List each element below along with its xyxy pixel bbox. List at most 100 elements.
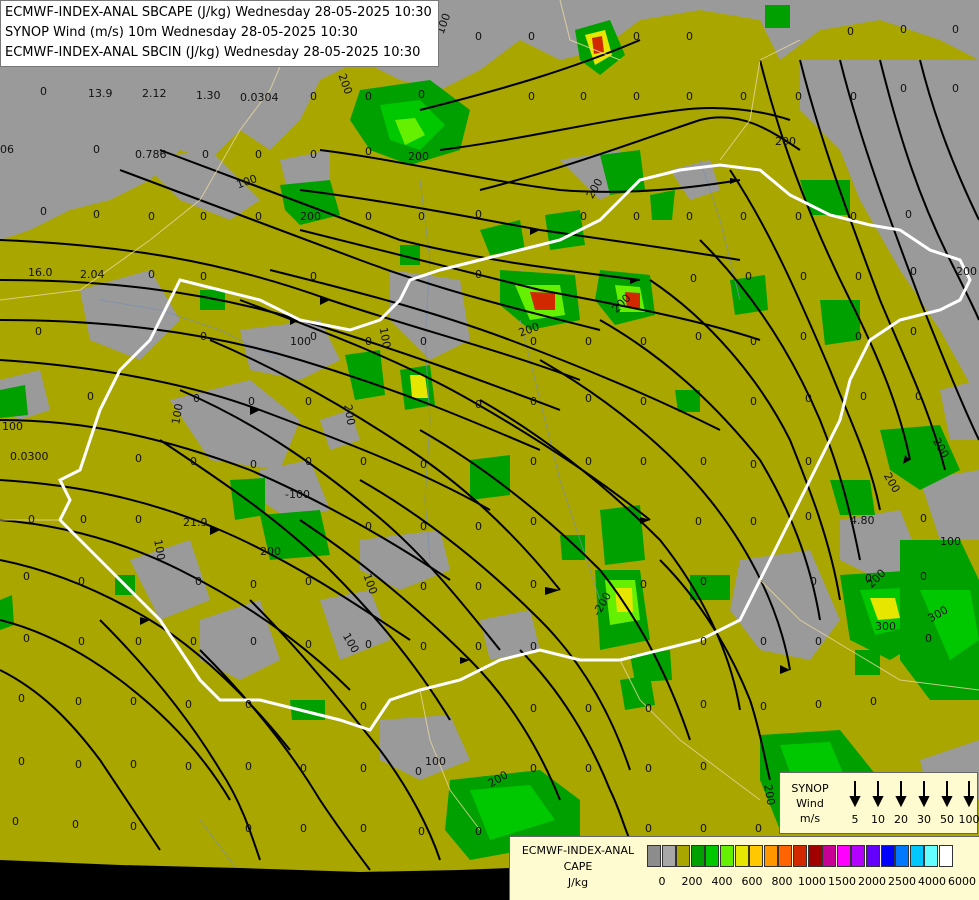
value-label: 06 <box>0 143 14 156</box>
cape-color-swatch <box>778 845 793 867</box>
value-label: 0 <box>530 515 537 528</box>
cape-color-swatch <box>807 845 822 867</box>
value-label: 0 <box>700 760 707 773</box>
value-label: 0 <box>310 330 317 343</box>
value-label: 0 <box>23 632 30 645</box>
value-label: 0 <box>530 702 537 715</box>
cape-color-swatch <box>822 845 837 867</box>
cape-color-swatch <box>661 845 676 867</box>
value-label: 0 <box>900 82 907 95</box>
value-label: 0 <box>300 822 307 835</box>
contour-label: 100 <box>290 335 311 348</box>
value-label: 0 <box>795 90 802 103</box>
value-label: 0 <box>135 513 142 526</box>
value-label: 0 <box>750 335 757 348</box>
value-label: 0 <box>700 822 707 835</box>
value-label: 0 <box>255 148 262 161</box>
value-label: 0 <box>250 458 257 471</box>
cape-color-swatch <box>690 845 705 867</box>
value-label: 0 <box>530 455 537 468</box>
synop-tick: 100 <box>958 813 979 826</box>
value-label: 13.9 <box>88 87 113 100</box>
value-label: 0 <box>745 270 752 283</box>
cape-tick: 6000 <box>948 875 976 888</box>
value-label: 0 <box>23 570 30 583</box>
value-label: 0 <box>35 325 42 338</box>
value-label: 0 <box>580 210 587 223</box>
contour-label: 200 <box>408 150 429 163</box>
value-label: 0 <box>640 395 647 408</box>
value-label: 0 <box>855 330 862 343</box>
value-label: 0 <box>305 455 312 468</box>
value-label: 0 <box>305 575 312 588</box>
synop-tick: 20 <box>894 813 908 826</box>
value-label: 0 <box>750 515 757 528</box>
synop-tick: 50 <box>940 813 954 826</box>
value-label: 0 <box>148 210 155 223</box>
value-label: 0 <box>245 760 252 773</box>
cape-color-swatch <box>880 845 895 867</box>
value-label: 0 <box>585 455 592 468</box>
value-label: 0 <box>135 452 142 465</box>
cape-color-swatch <box>676 845 691 867</box>
arrow-down-icon <box>918 796 930 808</box>
value-label: 0 <box>700 635 707 648</box>
value-label: 0 <box>805 455 812 468</box>
value-label: 0 <box>420 458 427 471</box>
synop-tick: 10 <box>871 813 885 826</box>
value-label: 0 <box>202 148 209 161</box>
cape-color-swatch <box>705 845 720 867</box>
value-label: 0 <box>645 702 652 715</box>
map-stage: 0 13.9 2.12 1.30 0.0304 0.786 16.0 2.04 … <box>0 0 979 900</box>
value-label: 16.0 <box>28 266 53 279</box>
value-label: 0 <box>528 90 535 103</box>
arrow-down-icon <box>849 796 861 808</box>
value-label: 0 <box>475 580 482 593</box>
value-label: 0 <box>740 210 747 223</box>
value-label: 0 <box>40 85 47 98</box>
value-label: 0 <box>185 698 192 711</box>
value-label: 0 <box>475 30 482 43</box>
cape-color-swatch <box>719 845 734 867</box>
value-label: 0 <box>640 335 647 348</box>
value-label: 0 <box>800 270 807 283</box>
value-label: 0 <box>695 330 702 343</box>
value-label: 0 <box>805 392 812 405</box>
value-label: 0 <box>475 640 482 653</box>
value-label: 0 <box>310 90 317 103</box>
value-label: 0 <box>475 825 482 838</box>
value-label: 2.12 <box>142 87 167 100</box>
weather-map: 0 13.9 2.12 1.30 0.0304 0.786 16.0 2.04 … <box>0 0 979 900</box>
value-label: 0 <box>686 90 693 103</box>
cape-color-swatch <box>938 845 953 867</box>
cape-legend-line: CAPE <box>563 860 593 873</box>
value-label: 0 <box>18 692 25 705</box>
value-label: 0 <box>633 30 640 43</box>
value-label: 0 <box>920 512 927 525</box>
value-label: 0 <box>250 635 257 648</box>
value-label: 0 <box>910 325 917 338</box>
cape-color-swatch <box>763 845 778 867</box>
value-label: 0 <box>700 698 707 711</box>
value-label: 0 <box>12 815 19 828</box>
contour-label: 100 <box>940 535 961 548</box>
arrow-down-icon <box>941 796 953 808</box>
synop-legend-label: SYNOP Wind m/s <box>784 781 836 826</box>
value-label: 0 <box>195 575 202 588</box>
value-label: 0 <box>760 700 767 713</box>
value-label: 0 <box>255 210 262 223</box>
cape-color-swatch <box>792 845 807 867</box>
value-label: 0 <box>645 762 652 775</box>
value-label: 0 <box>475 268 482 281</box>
title-line-cin: ECMWF-INDEX-ANAL SBCIN (J/kg) Wednesday … <box>5 45 421 60</box>
value-label: 0 <box>847 25 854 38</box>
value-label: 0 <box>640 455 647 468</box>
value-label: 0 <box>148 268 155 281</box>
synop-tick: 5 <box>851 813 859 826</box>
value-label: 0 <box>905 208 912 221</box>
synop-legend-line: SYNOP <box>791 782 829 795</box>
value-label: 0 <box>633 210 640 223</box>
value-label: 0 <box>530 335 537 348</box>
cape-legend-label: ECMWF-INDEX-ANAL CAPE J/kg <box>514 843 642 891</box>
value-label: 0 <box>365 520 372 533</box>
